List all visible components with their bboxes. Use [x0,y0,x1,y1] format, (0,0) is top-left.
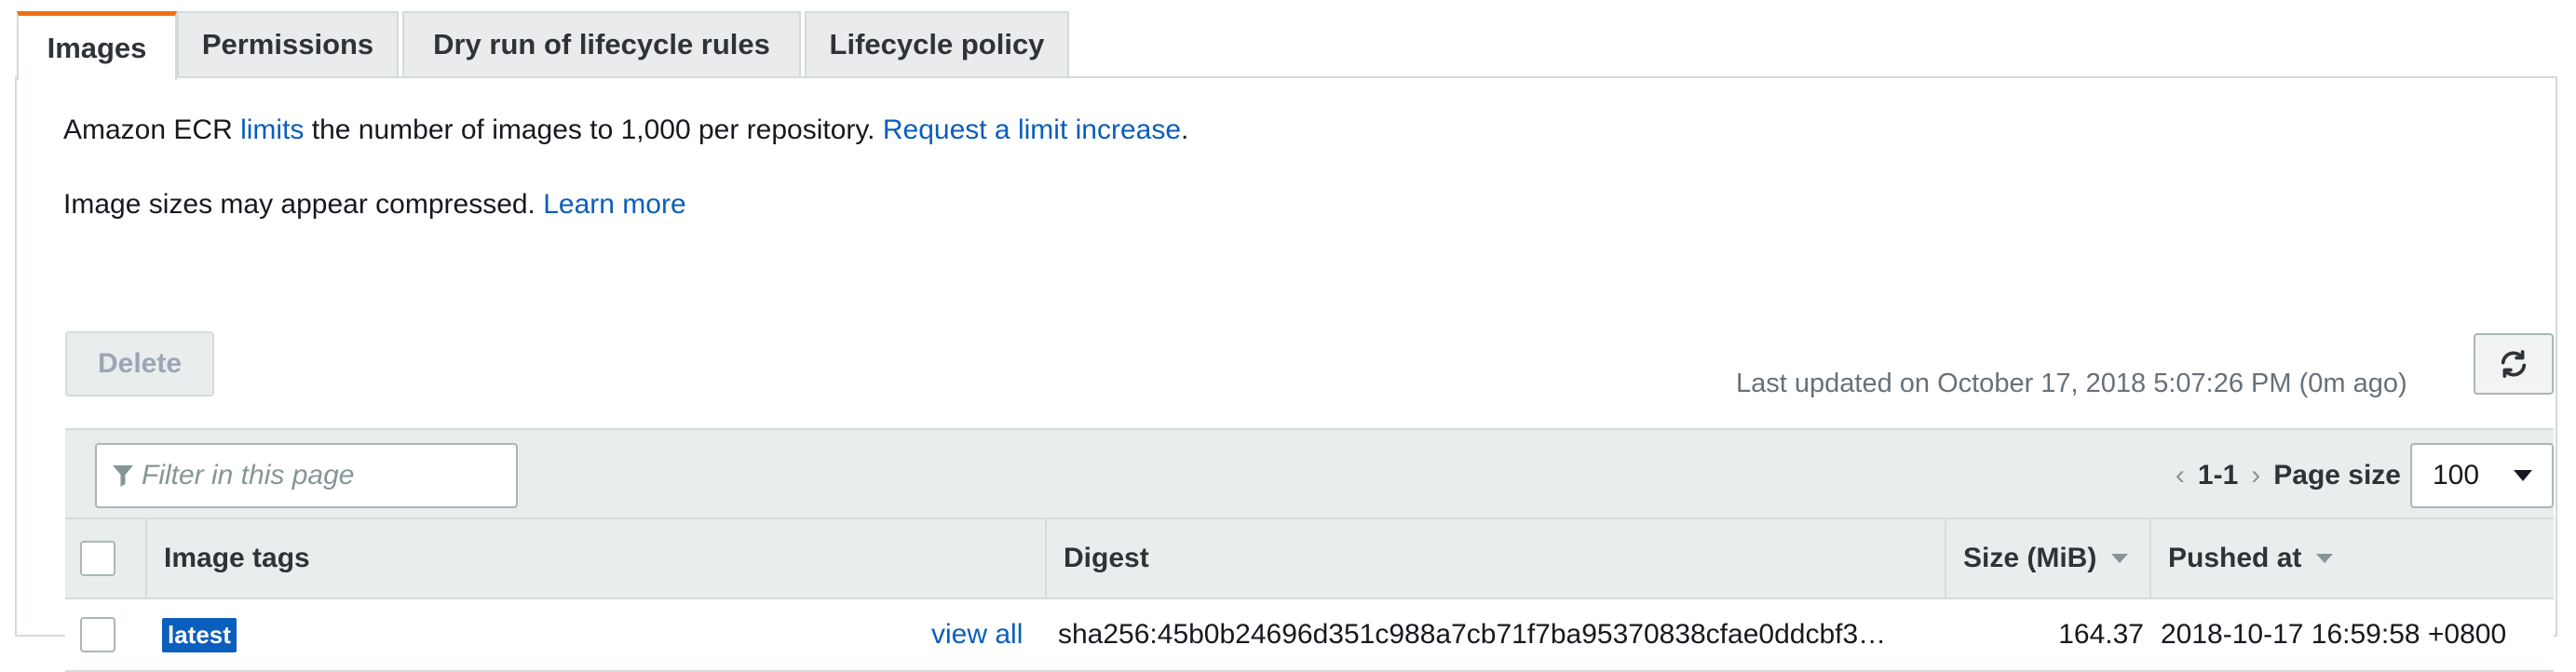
sort-down-icon [2316,554,2334,563]
page-size-select[interactable]: 100 [2410,443,2554,508]
tab-lifecycle-policy[interactable]: Lifecycle policy [805,11,1069,76]
compression-info: Image sizes may appear compressed. Learn… [63,189,686,221]
column-header-pushed-at[interactable]: Pushed at [2151,519,2554,598]
learn-more-link[interactable]: Learn more [543,189,685,220]
last-updated-text: Last updated on October 17, 2018 5:07:26… [1736,369,2407,398]
row-select-cell [80,599,115,670]
pushed-at-cell: 2018-10-17 16:59:58 +0800 [2161,619,2507,650]
page-size-value: 100 [2433,460,2480,491]
column-header-size[interactable]: Size (MiB) [1946,519,2151,598]
pagination: ‹ 1-1 › Page size 100 [2176,443,2554,508]
delete-label: Delete [97,348,183,379]
table-toolbar: ‹ 1-1 › Page size 100 [65,428,2554,517]
limits-link[interactable]: limits [240,114,304,145]
info-text: . [1181,114,1189,145]
limits-info: Amazon ECR limits the number of images t… [63,114,1188,146]
image-tag-cell: latest [162,599,237,670]
images-panel: Amazon ECR limits the number of images t… [15,76,2557,672]
filter-input[interactable] [140,459,497,492]
prev-page-button[interactable]: ‹ [2176,460,2185,491]
select-all-cell [65,519,147,598]
filter-box[interactable] [95,443,518,508]
view-all-cell: view all [931,599,1023,670]
table-row[interactable]: latest view all sha256:45b0b24696d351c98… [65,599,2554,672]
tab-dry-run-lifecycle-rules[interactable]: Dry run of lifecycle rules [402,11,801,76]
column-label: Digest [1064,543,1149,573]
page-range: 1-1 [2197,460,2239,491]
filter-icon [113,465,133,487]
column-header-digest[interactable]: Digest [1047,519,1946,598]
caret-down-icon [2514,470,2532,481]
sort-down-icon [2111,554,2129,563]
tab-label: Permissions [201,28,374,60]
tab-label: Dry run of lifecycle rules [433,28,770,60]
refresh-icon [2501,350,2527,378]
info-text: Amazon ECR [63,114,241,145]
select-all-checkbox[interactable] [80,541,115,576]
tab-images[interactable]: Images [17,11,177,80]
tab-label: Images [47,31,147,64]
tab-label: Lifecycle policy [829,28,1045,60]
image-tag-badge[interactable]: latest [162,617,237,652]
page-size-label: Page size [2273,460,2401,491]
next-page-button[interactable]: › [2251,460,2260,491]
digest-cell: sha256:45b0b24696d351c988a7cb71f7ba95370… [1058,619,1887,650]
column-label: Pushed at [2168,543,2302,573]
column-header-image-tags[interactable]: Image tags [147,519,1047,598]
delete-button[interactable]: Delete [65,331,214,396]
refresh-button[interactable] [2474,333,2554,395]
view-all-link[interactable]: view all [931,619,1023,651]
column-label: Image tags [164,543,310,573]
column-label: Size (MiB) [1963,543,2097,573]
table-header: Image tags Digest Size (MiB) Pushed at [65,517,2554,599]
info-text: the number of images to 1,000 per reposi… [304,114,883,145]
request-limit-increase-link[interactable]: Request a limit increase [883,114,1181,145]
row-checkbox[interactable] [80,617,115,652]
size-cell: 164.37 [2058,619,2144,650]
info-text: Image sizes may appear compressed. [63,189,544,220]
tab-permissions[interactable]: Permissions [177,11,399,76]
